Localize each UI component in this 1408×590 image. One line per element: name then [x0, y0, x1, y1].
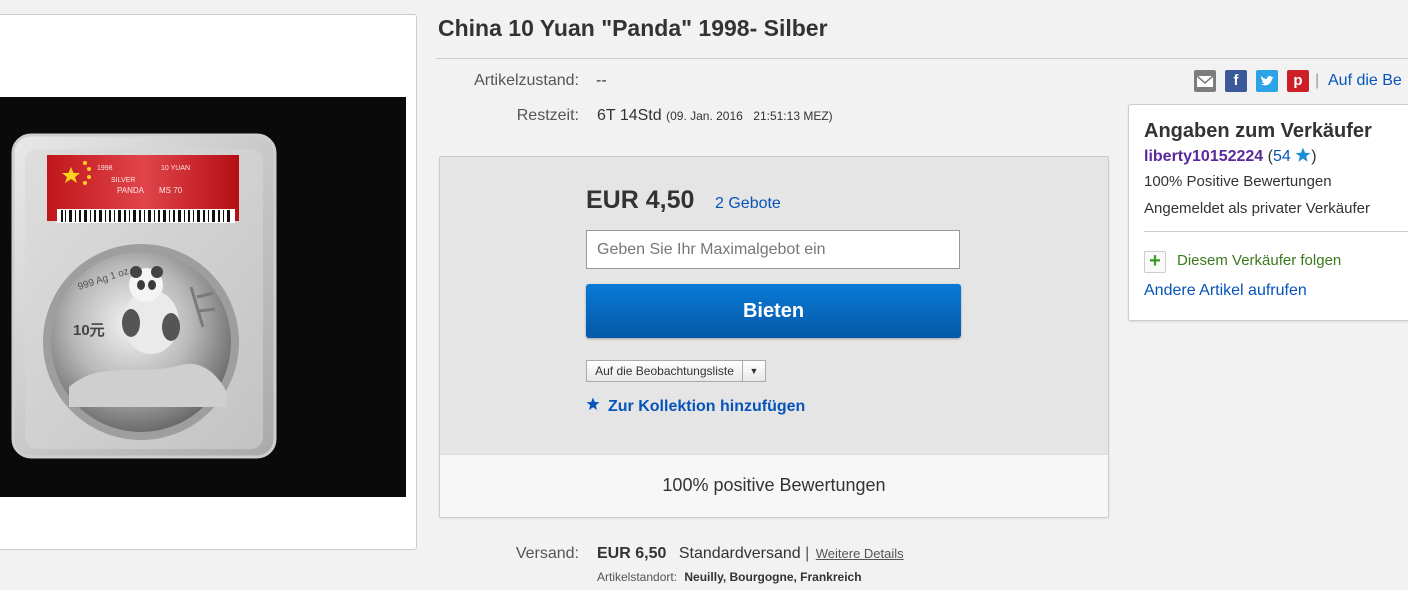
current-price: EUR 4,50 [586, 186, 695, 214]
condition-label: Artikelzustand: [474, 72, 579, 89]
slab-label-line: MS 70 [159, 186, 183, 195]
share-separator: | [1315, 72, 1320, 89]
item-title: China 10 Yuan "Panda" 1998- Silber [438, 15, 828, 41]
image-viewer: 1998 10 YUAN SILVER PANDA MS 70 999 Ag 1… [0, 14, 417, 550]
remaining-time-label: Restzeit: [516, 107, 579, 124]
add-to-collection-link[interactable]: Zur Kollektion hinzufügen [586, 397, 805, 416]
seller-identity: liberty10152224 (54 ) [1144, 147, 1317, 168]
feedback-score: (54 ) [1268, 147, 1317, 168]
bid-count-link[interactable]: 2 Gebote [715, 195, 781, 213]
end-time: 21:51:13 MEZ) [753, 109, 833, 123]
seller-positive-feedback: 100% Positive Bewertungen [1144, 173, 1332, 190]
divider [1144, 231, 1408, 232]
other-items-link[interactable]: Andere Artikel aufrufen [1144, 282, 1307, 300]
email-icon[interactable] [1194, 70, 1216, 92]
slab-label-line: PANDA [117, 186, 145, 195]
item-photo[interactable]: 1998 10 YUAN SILVER PANDA MS 70 999 Ag 1… [0, 97, 406, 497]
remaining-time: 6T 14Std (09. Jan. 2016 21:51:13 MEZ) [597, 107, 833, 125]
plus-icon[interactable]: + [1144, 251, 1166, 273]
feedback-score-link[interactable]: 54 [1273, 148, 1291, 165]
location-value: Neuilly, Bourgogne, Frankreich [684, 570, 862, 584]
add-to-collection-label[interactable]: Zur Kollektion hinzufügen [608, 398, 805, 415]
bid-button[interactable]: Bieten [586, 284, 961, 338]
twitter-icon[interactable] [1256, 70, 1278, 92]
barcode [57, 209, 235, 223]
shipping-method: Standardversand [678, 545, 801, 562]
star-icon [586, 397, 604, 416]
seller-heading: Angaben zum Verkäufer [1144, 120, 1372, 142]
seller-info-box: Angaben zum Verkäufer liberty10152224 (5… [1128, 104, 1408, 321]
coin-slab-image: 1998 10 YUAN SILVER PANDA MS 70 999 Ag 1… [0, 97, 406, 497]
bid-box: EUR 4,50 2 Gebote Bieten Auf die Beobach… [439, 156, 1109, 518]
seller-account-type: Angemeldet als privater Verkäufer [1144, 200, 1370, 217]
end-date: (09. Jan. 2016 [666, 109, 743, 123]
max-bid-input[interactable] [586, 230, 960, 269]
score-paren-close: ) [1311, 148, 1317, 165]
condition-value: -- [596, 72, 607, 89]
location-label: Artikelstandort: [597, 570, 678, 584]
divider [436, 58, 1408, 59]
watchlist-link[interactable]: Auf die Be [1328, 72, 1402, 90]
shipping-label: Versand: [515, 545, 579, 562]
watchlist-button[interactable]: Auf die Beobachtungsliste ▼ [586, 360, 766, 382]
pinterest-icon[interactable]: p [1287, 70, 1309, 92]
item-location: Artikelstandort: Neuilly, Bourgogne, Fra… [597, 570, 862, 584]
facebook-icon[interactable]: f [1225, 70, 1247, 92]
slab-label-line: SILVER [111, 177, 135, 184]
seller-username-link[interactable]: liberty10152224 [1144, 148, 1263, 165]
shipping-details-link[interactable]: Weitere Details [816, 546, 904, 561]
chevron-down-icon[interactable]: ▼ [743, 361, 765, 381]
positive-feedback-note: 100% positive Bewertungen [440, 454, 1108, 517]
slab-label-line: 10 YUAN [161, 165, 190, 172]
coin-denomination: 10元 [73, 322, 105, 339]
shipping-separator: | [805, 545, 810, 562]
star-icon [1295, 147, 1311, 168]
remaining-time-value: 6T 14Std [597, 107, 662, 124]
shipping-info: EUR 6,50 Standardversand | Weitere Detai… [597, 545, 904, 563]
watchlist-button-label[interactable]: Auf die Beobachtungsliste [587, 361, 743, 381]
slab-label-line: 1998 [97, 165, 113, 172]
follow-seller-link[interactable]: Diesem Verkäufer folgen [1177, 252, 1341, 269]
shipping-price: EUR 6,50 [597, 545, 667, 562]
